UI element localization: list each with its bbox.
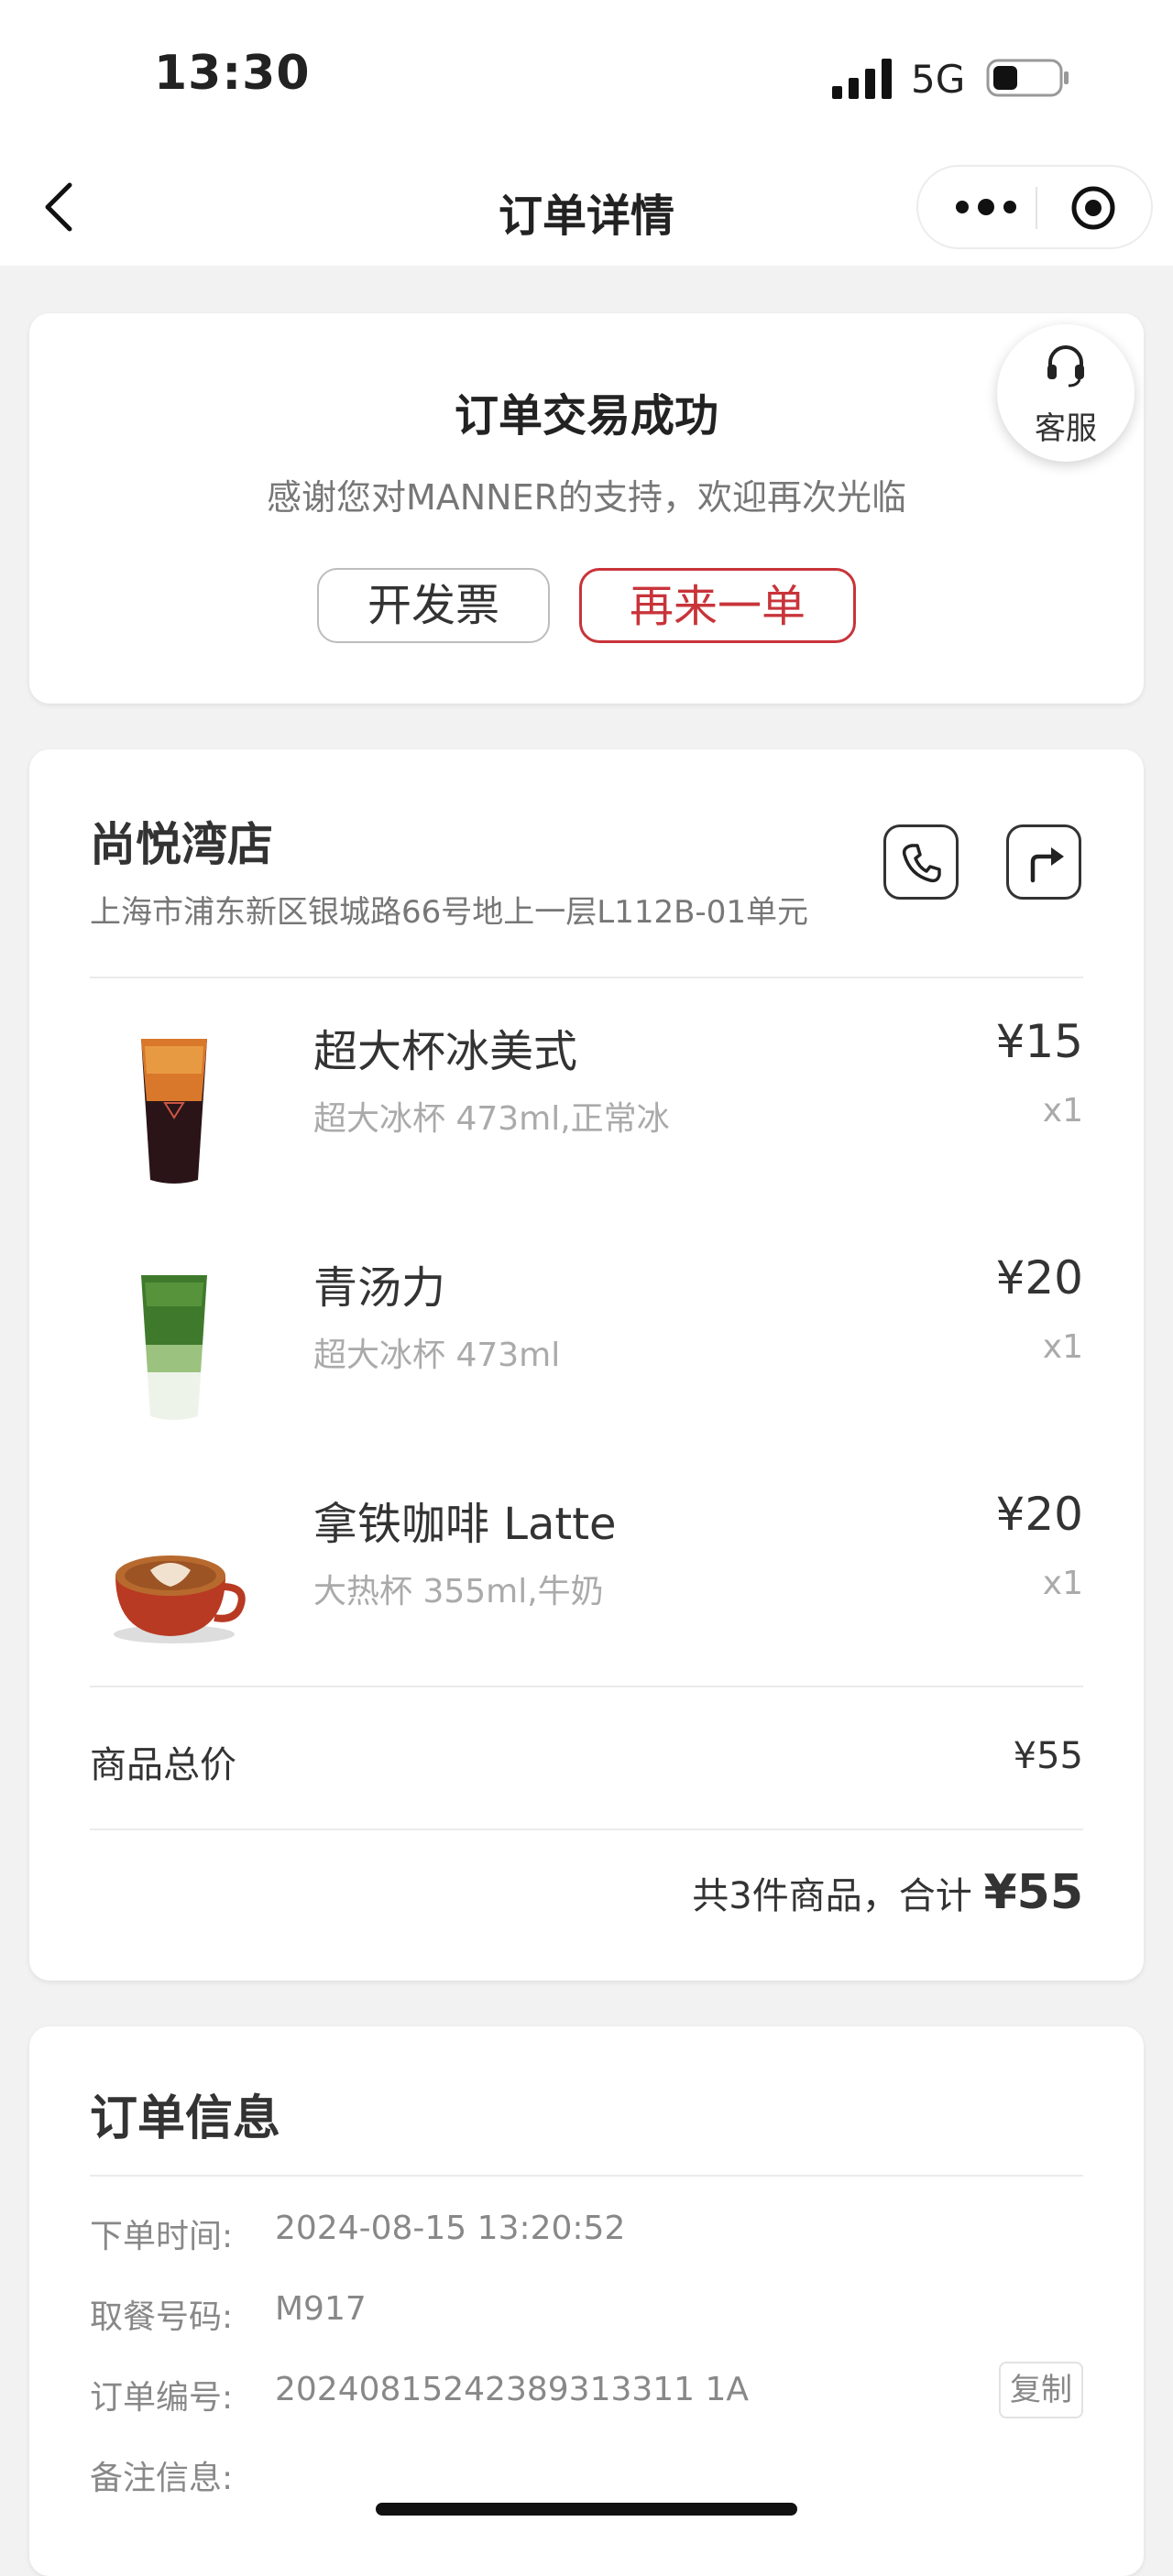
list-item[interactable]: 超大杯冰美式 超大冰杯 473ml,正常冰 ¥15 x1 bbox=[29, 991, 1144, 1202]
goods-total-label: 商品总价 bbox=[90, 1744, 236, 1786]
top-bar: 13:30 5G 订单详情 bbox=[0, 0, 1173, 266]
item-price: ¥15 bbox=[995, 1015, 1083, 1068]
item-name: 超大杯冰美式 bbox=[313, 1026, 578, 1077]
call-store-button[interactable] bbox=[883, 824, 959, 900]
success-subtitle: 感谢您对MANNER的支持，欢迎再次光临 bbox=[266, 477, 907, 518]
order-info-divider bbox=[90, 2175, 1083, 2177]
list-item[interactable]: 青汤力 超大冰杯 473ml ¥20 x1 bbox=[29, 1228, 1144, 1438]
item-name: 拿铁咖啡 Latte bbox=[313, 1499, 617, 1550]
battery-icon bbox=[986, 59, 1069, 97]
item-spec: 超大冰杯 473ml bbox=[313, 1337, 561, 1374]
capsule-divider bbox=[1036, 187, 1037, 229]
summary-amount: ¥55 bbox=[983, 1865, 1083, 1920]
home-indicator[interactable] bbox=[376, 2503, 797, 2516]
pickup-number-value: M917 bbox=[275, 2290, 367, 2328]
remarks-row: 备注信息: bbox=[90, 2451, 1083, 2506]
invoice-button[interactable]: 开发票 bbox=[317, 568, 550, 643]
item-name: 青汤力 bbox=[313, 1262, 446, 1314]
order-status-card: 订单交易成功 感谢您对MANNER的支持，欢迎再次光临 开发票 再来一单 bbox=[29, 313, 1144, 704]
reorder-button[interactable]: 再来一单 bbox=[579, 568, 856, 643]
customer-service-button[interactable]: 客服 bbox=[997, 324, 1135, 462]
items-divider bbox=[90, 1686, 1083, 1687]
summary-text: 共3件商品，合计 bbox=[692, 1875, 972, 1917]
order-time-label: 下单时间: bbox=[90, 2218, 234, 2255]
more-icon[interactable] bbox=[949, 189, 1023, 225]
list-item[interactable]: 拿铁咖啡 Latte 大热杯 355ml,牛奶 ¥20 x1 bbox=[29, 1464, 1144, 1675]
customer-service-label: 客服 bbox=[1035, 410, 1097, 447]
item-quantity: x1 bbox=[1042, 1565, 1083, 1602]
directions-button[interactable] bbox=[1006, 824, 1081, 900]
order-info-card: 订单信息 下单时间: 2024-08-15 13:20:52 取餐号码: M91… bbox=[29, 2026, 1144, 2576]
item-price: ¥20 bbox=[995, 1251, 1083, 1304]
order-time-value: 2024-08-15 13:20:52 bbox=[275, 2210, 626, 2247]
order-time-row: 下单时间: 2024-08-15 13:20:52 bbox=[90, 2210, 1083, 2265]
status-time: 13:30 bbox=[154, 46, 311, 101]
order-number-label: 订单编号: bbox=[90, 2379, 234, 2417]
headset-icon bbox=[1047, 345, 1084, 387]
order-summary: 共3件商品，合计 ¥55 bbox=[692, 1865, 1083, 1920]
target-icon[interactable] bbox=[1070, 185, 1116, 231]
phone-icon bbox=[902, 844, 941, 883]
mini-program-capsule bbox=[916, 165, 1153, 249]
item-quantity: x1 bbox=[1042, 1328, 1083, 1366]
copy-button[interactable]: 复制 bbox=[999, 2362, 1083, 2418]
goods-total-value: ¥55 bbox=[1013, 1735, 1083, 1777]
success-title: 订单交易成功 bbox=[454, 390, 718, 442]
order-info-title: 订单信息 bbox=[90, 2091, 281, 2146]
order-items-card: 尚悦湾店 上海市浦东新区银城路66号地上一层L112B-01单元 超大杯冰美式 … bbox=[29, 749, 1144, 1981]
item-price: ¥20 bbox=[995, 1488, 1083, 1541]
remarks-label: 备注信息: bbox=[90, 2460, 234, 2497]
item-spec: 超大冰杯 473ml,正常冰 bbox=[313, 1100, 670, 1138]
directions-icon bbox=[1030, 847, 1064, 883]
item-spec: 大热杯 355ml,牛奶 bbox=[313, 1573, 604, 1610]
store-name: 尚悦湾店 bbox=[90, 818, 273, 871]
pickup-number-row: 取餐号码: M917 bbox=[90, 2290, 1083, 2345]
store-divider bbox=[90, 977, 1083, 978]
matcha-tonic-image bbox=[141, 1275, 207, 1420]
iced-americano-image bbox=[141, 1039, 207, 1184]
order-number-row: 订单编号: 20240815242389313311 1A 复制 bbox=[90, 2362, 1083, 2426]
pickup-number-label: 取餐号码: bbox=[90, 2298, 234, 2336]
network-type: 5G bbox=[911, 57, 966, 102]
latte-image bbox=[114, 1555, 246, 1643]
item-quantity: x1 bbox=[1042, 1092, 1083, 1130]
totals-divider bbox=[90, 1828, 1083, 1830]
order-number-value: 20240815242389313311 1A bbox=[275, 2371, 750, 2408]
signal-icon bbox=[832, 59, 892, 99]
store-address: 上海市浦东新区银城路66号地上一层L112B-01单元 bbox=[90, 894, 808, 931]
